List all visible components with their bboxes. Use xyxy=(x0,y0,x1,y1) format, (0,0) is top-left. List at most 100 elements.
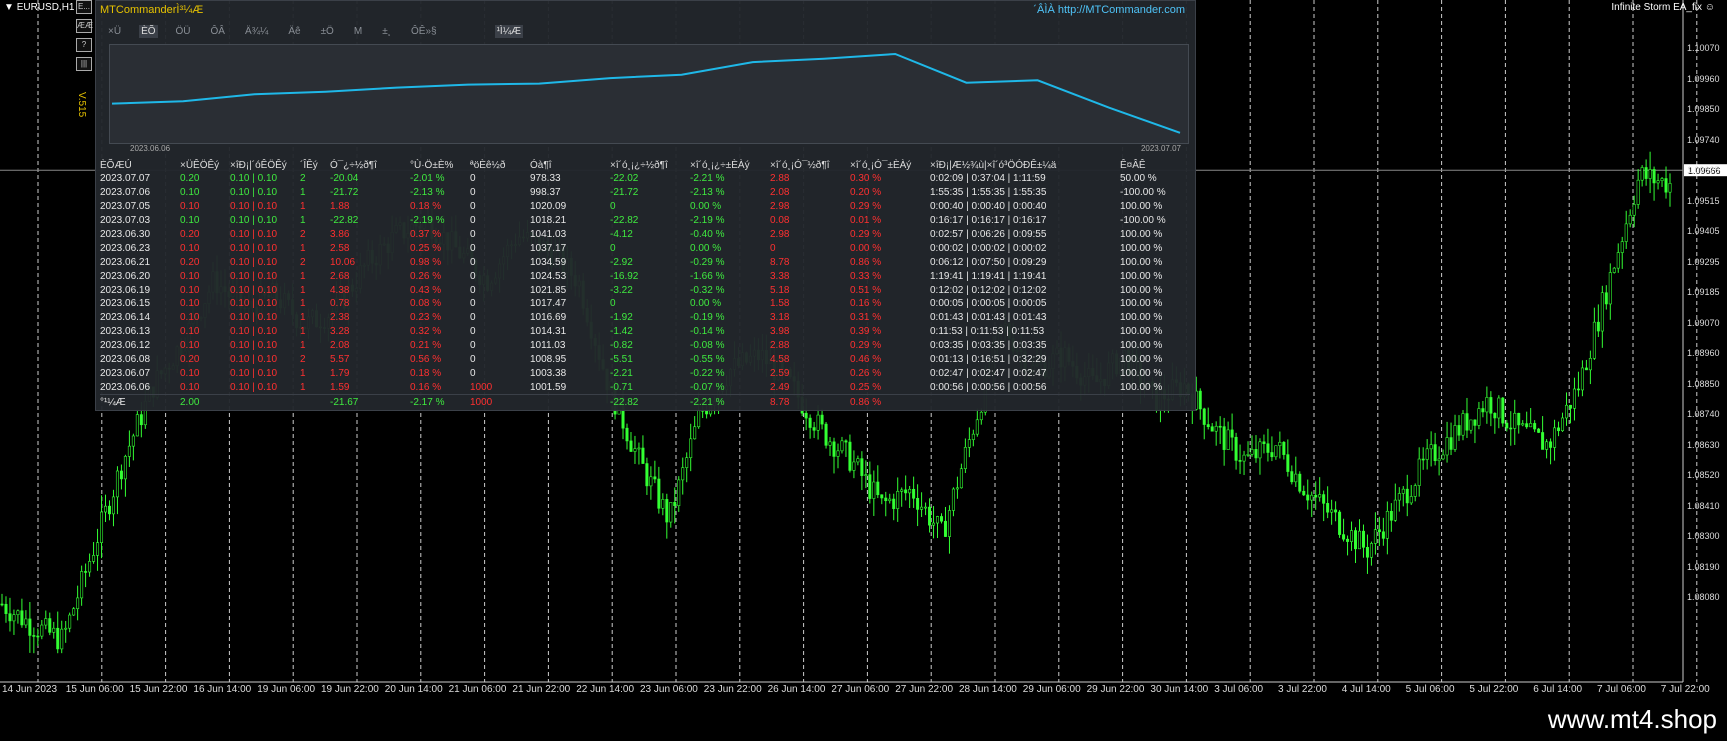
table-cell: 1024.53 xyxy=(530,270,567,282)
candle xyxy=(920,492,924,518)
period-tabs: ×Ü ÈÕ ÖÜ ÔÂ Ä¾¼ Äê ±Ö M ±¸ ÔÊ»§ ¹Ì¼Æ xyxy=(106,25,539,38)
table-row: 2023.06.30 0.20 0.10 | 0.10 2 3.86 0.37 % 0 104… xyxy=(100,228,1190,242)
tab-5[interactable]: Äê xyxy=(286,25,302,38)
table-cell: 0.10 | 0.10 xyxy=(230,340,278,352)
table-cell: 1020.09 xyxy=(530,201,567,213)
candle xyxy=(80,565,84,606)
candle xyxy=(693,416,697,440)
table-cell: 0.51 % xyxy=(850,284,882,296)
table-cell: 0.43 % xyxy=(410,284,442,296)
toolbar-button-2[interactable]: ÆÆ xyxy=(76,19,93,33)
toolbar-button-help[interactable]: ? xyxy=(76,38,92,52)
candle xyxy=(1557,421,1561,437)
table-cell: 2023.06.15 xyxy=(100,298,151,310)
tab-3[interactable]: ÔÂ xyxy=(209,25,227,38)
table-cell: -0.08 % xyxy=(690,340,725,352)
tab-2[interactable]: ÖÜ xyxy=(174,25,193,38)
table-cell: 0.20 xyxy=(180,229,200,240)
tab-6[interactable]: ±Ö xyxy=(319,25,336,38)
candle xyxy=(0,593,4,607)
time-tick-label: 6 Jul 14:00 xyxy=(1533,684,1583,695)
candle xyxy=(872,470,876,516)
table-cell: 2023.06.12 xyxy=(100,340,151,352)
candle xyxy=(900,487,904,507)
table-cell: 2.98 xyxy=(770,201,790,213)
candle xyxy=(888,493,892,504)
table-cell: 1 xyxy=(300,215,306,227)
table-cell: 0.16 % xyxy=(850,298,882,310)
candle xyxy=(1545,439,1549,459)
candle xyxy=(904,475,908,501)
table-cell: 0 xyxy=(470,173,476,185)
table-cell: -0.22 % xyxy=(690,367,725,379)
total-cell: 8.78 xyxy=(770,394,850,410)
table-cell: 100.00 % xyxy=(1120,381,1163,393)
table-cell: 0:02:09 | 0:37:04 | 1:11:59 xyxy=(930,173,1046,185)
table-cell: 2023.06.19 xyxy=(100,284,151,296)
price-tick-label: 1.08300 xyxy=(1687,531,1720,541)
table-row: 2023.06.13 0.10 0.10 | 0.10 1 3.28 0.32 % 0 101… xyxy=(100,325,1190,339)
candle xyxy=(104,494,108,522)
table-cell: 100.00 % xyxy=(1120,256,1163,268)
table-cell: 2 xyxy=(300,256,306,268)
candle xyxy=(1469,419,1473,434)
time-tick-label: 23 Jun 22:00 xyxy=(703,684,762,695)
table-cell: -2.19 % xyxy=(690,215,725,227)
candle xyxy=(1318,477,1322,502)
equity-chart xyxy=(109,44,1189,144)
table-cell: 0.10 | 0.10 xyxy=(230,215,278,227)
equity-line xyxy=(111,52,1181,134)
candle xyxy=(1290,465,1294,485)
table-cell: 0.26 % xyxy=(850,367,882,379)
column-header-0: ÈÕÆÚ xyxy=(100,160,132,171)
table-cell: 100.00 % xyxy=(1120,354,1163,366)
candle xyxy=(1521,420,1525,427)
table-cell: 2.49 xyxy=(770,381,790,393)
price-tick-label: 1.08080 xyxy=(1687,592,1720,602)
table-cell: 0 xyxy=(470,354,476,366)
table-row: 2023.07.07 0.20 0.10 | 0.10 2 -20.04 -2.01 % 0… xyxy=(100,172,1190,186)
column-header-6: ªöÈê½ð xyxy=(470,160,506,171)
price-tick-label: 1.09070 xyxy=(1687,317,1720,328)
candle xyxy=(1445,421,1449,463)
table-cell: 1016.69 xyxy=(530,312,567,324)
candle xyxy=(1342,518,1346,542)
candle xyxy=(1250,435,1254,457)
mtcommander-link[interactable]: ´ÂÌÀ http://MTCommander.com xyxy=(1033,4,1185,16)
table-cell: 0:03:35 | 0:03:35 | 0:03:35 xyxy=(930,340,1047,352)
candle xyxy=(1282,441,1286,460)
price-tick-label: 1.09295 xyxy=(1687,256,1720,267)
candle xyxy=(1350,521,1354,551)
candle xyxy=(645,457,649,495)
table-cell: 0.10 xyxy=(180,340,200,352)
candle xyxy=(1222,417,1226,466)
table-cell: 100.00 % xyxy=(1120,312,1163,324)
candle xyxy=(896,477,900,522)
table-cell: 1 xyxy=(300,367,306,379)
tab-0[interactable]: ×Ü xyxy=(106,25,123,38)
table-cell: 0 xyxy=(470,242,476,254)
tab-stats[interactable]: ¹Ì¼Æ xyxy=(494,25,524,38)
candle xyxy=(1549,438,1553,465)
toolbar-button-1[interactable]: E... xyxy=(76,0,92,14)
candle xyxy=(1365,534,1369,574)
table-cell: 978.33 xyxy=(530,173,561,185)
tab-4[interactable]: Ä¾¼ xyxy=(243,25,270,38)
tab-8[interactable]: ±¸ xyxy=(380,25,393,38)
daily-stats-table: ÈÕÆÚ ×ÜÊÖÊý ×îÐ¡|´óÊÖÊý ´ÎÊý Ó¯¿÷½ð¶î °Ù·Ö±È%… xyxy=(100,159,1190,410)
candle xyxy=(971,429,975,447)
candle xyxy=(836,443,840,469)
equity-end-date: 2023.07.07 xyxy=(1140,144,1181,153)
tab-9[interactable]: ÔÊ»§ xyxy=(409,25,439,38)
price-tick-label: 1.09185 xyxy=(1687,287,1720,297)
table-cell: 0:12:02 | 0:12:02 | 0:12:02 xyxy=(930,284,1047,296)
panel-title: MTCommanderÌ³¼Æ xyxy=(100,4,204,16)
tab-7[interactable]: M xyxy=(352,25,364,38)
candle xyxy=(1425,439,1429,470)
table-cell: 0 xyxy=(470,367,476,379)
table-cell: 0.29 % xyxy=(850,340,882,352)
table-cell: 0.25 % xyxy=(410,242,442,254)
candle xyxy=(1405,474,1409,517)
tab-1[interactable]: ÈÕ xyxy=(139,25,158,38)
toolbar-button-4[interactable]: ||| xyxy=(76,57,92,71)
